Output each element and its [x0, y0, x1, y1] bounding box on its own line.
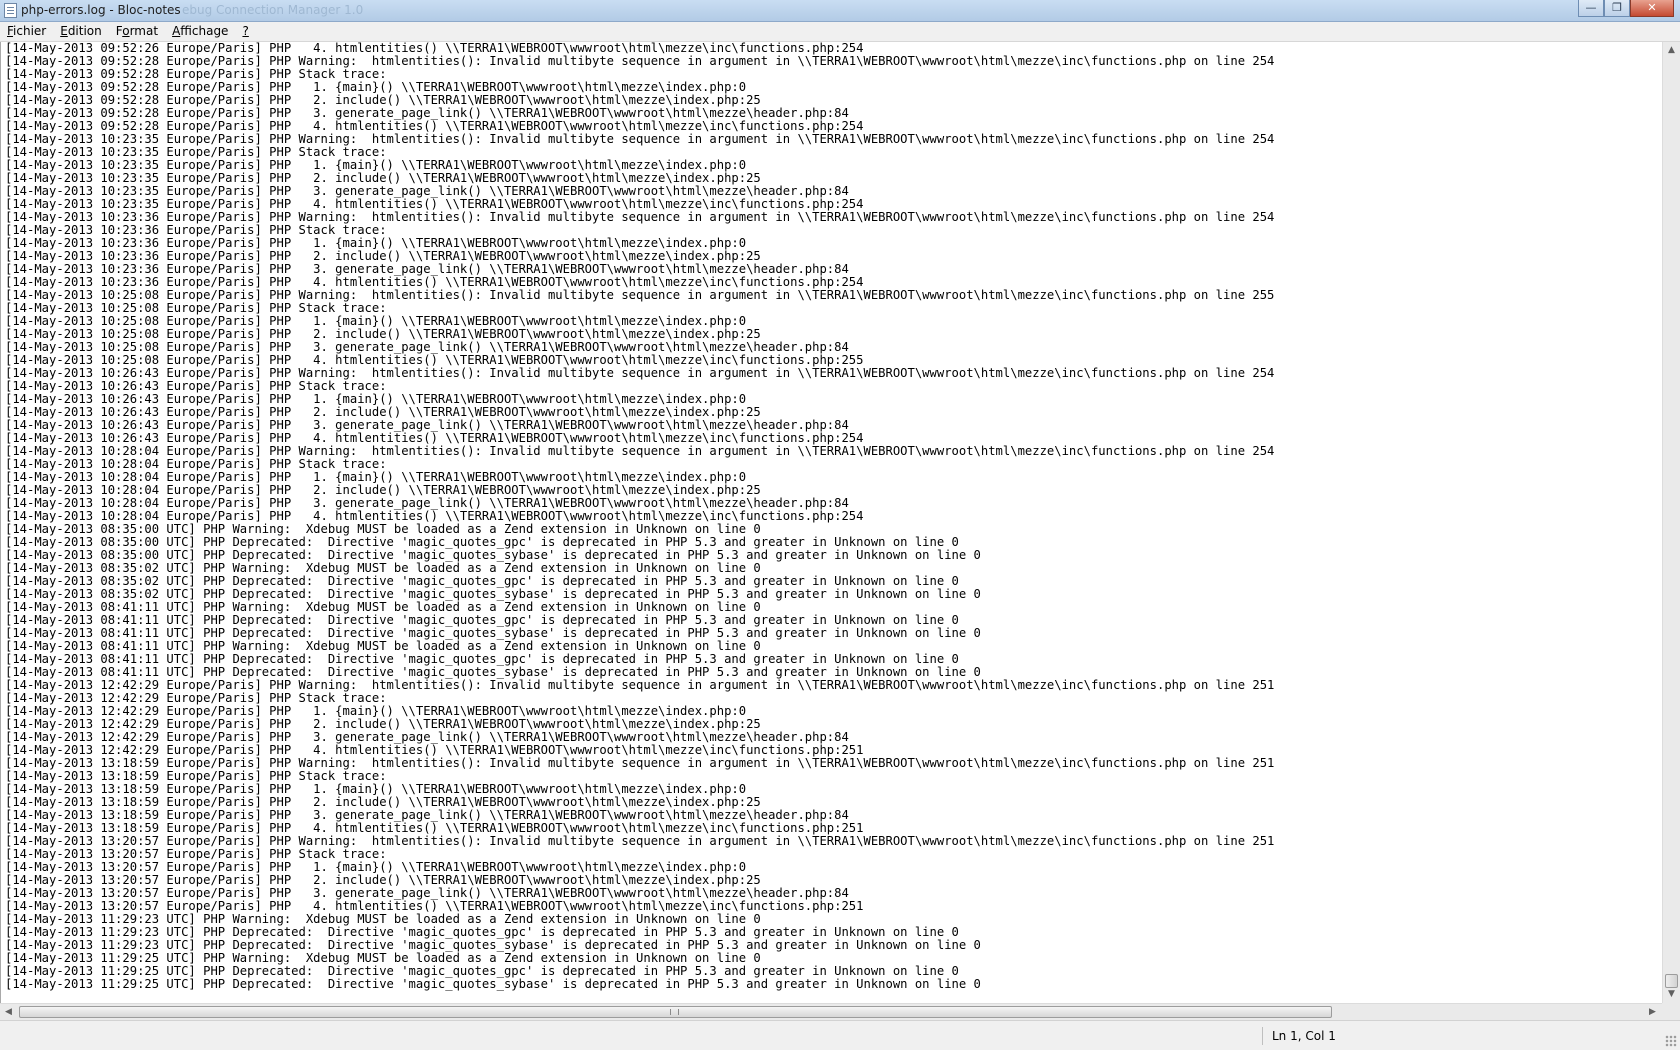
log-text[interactable]: [14-May-2013 09:52:26 Europe/Paris] PHP … — [5, 42, 1274, 991]
menu-help-accel: ? — [242, 24, 249, 38]
maximize-button[interactable]: ❐ — [1604, 0, 1630, 17]
menu-format[interactable]: Format — [109, 22, 165, 41]
window-title: php-errors.log - Bloc-notes — [21, 3, 181, 17]
menu-affichage-rest: ffichage — [180, 24, 229, 38]
background-window-title: ebug Connection Manager 1.0 — [182, 3, 364, 17]
horizontal-scroll-thumb[interactable] — [19, 1006, 1332, 1018]
notepad-window: php-errors.log - Bloc-notes ebug Connect… — [0, 0, 1680, 1050]
cursor-position: Ln 1, Col 1 — [1272, 1029, 1336, 1043]
scroll-down-arrow-icon[interactable]: ▼ — [1663, 986, 1680, 1003]
scroll-left-arrow-icon[interactable]: ◀ — [0, 1004, 17, 1021]
menu-edition-rest: dition — [67, 24, 102, 38]
menu-fichier-rest: ichier — [13, 24, 47, 38]
close-button[interactable]: ✕ — [1630, 0, 1674, 17]
title-bar[interactable]: php-errors.log - Bloc-notes ebug Connect… — [0, 0, 1680, 22]
menu-edition-accel: E — [60, 24, 68, 38]
vertical-scrollbar[interactable]: ▲ ▼ — [1662, 42, 1680, 1003]
log-line: [14-May-2013 11:29:25 UTC] PHP Deprecate… — [5, 977, 981, 991]
menu-fichier[interactable]: Fichier — [0, 22, 53, 41]
status-separator — [1262, 1027, 1263, 1045]
menu-help[interactable]: ? — [235, 22, 255, 41]
scroll-right-arrow-icon[interactable]: ▶ — [1644, 1004, 1661, 1021]
horizontal-scrollbar[interactable]: ◀ ▶ — [0, 1003, 1662, 1020]
scroll-up-arrow-icon[interactable]: ▲ — [1663, 42, 1680, 59]
resize-grip-icon[interactable] — [1665, 1035, 1677, 1047]
minimize-button[interactable]: — — [1578, 0, 1604, 17]
scrollbar-corner — [1662, 1003, 1680, 1020]
menu-edition[interactable]: Edition — [53, 22, 109, 41]
scroll-thumb-grip-icon — [670, 1009, 679, 1015]
text-editor-area[interactable]: [14-May-2013 09:52:26 Europe/Paris] PHP … — [0, 42, 1662, 1003]
menu-bar: Fichier Edition Format Affichage ? — [0, 22, 1680, 42]
status-bar: Ln 1, Col 1 — [0, 1020, 1680, 1050]
window-controls: — ❐ ✕ — [1578, 0, 1674, 18]
menu-format-rest: rmat — [129, 24, 159, 38]
notepad-app-icon[interactable] — [4, 3, 17, 18]
menu-format-accel: o — [122, 24, 130, 38]
menu-affichage[interactable]: Affichage — [165, 22, 235, 41]
